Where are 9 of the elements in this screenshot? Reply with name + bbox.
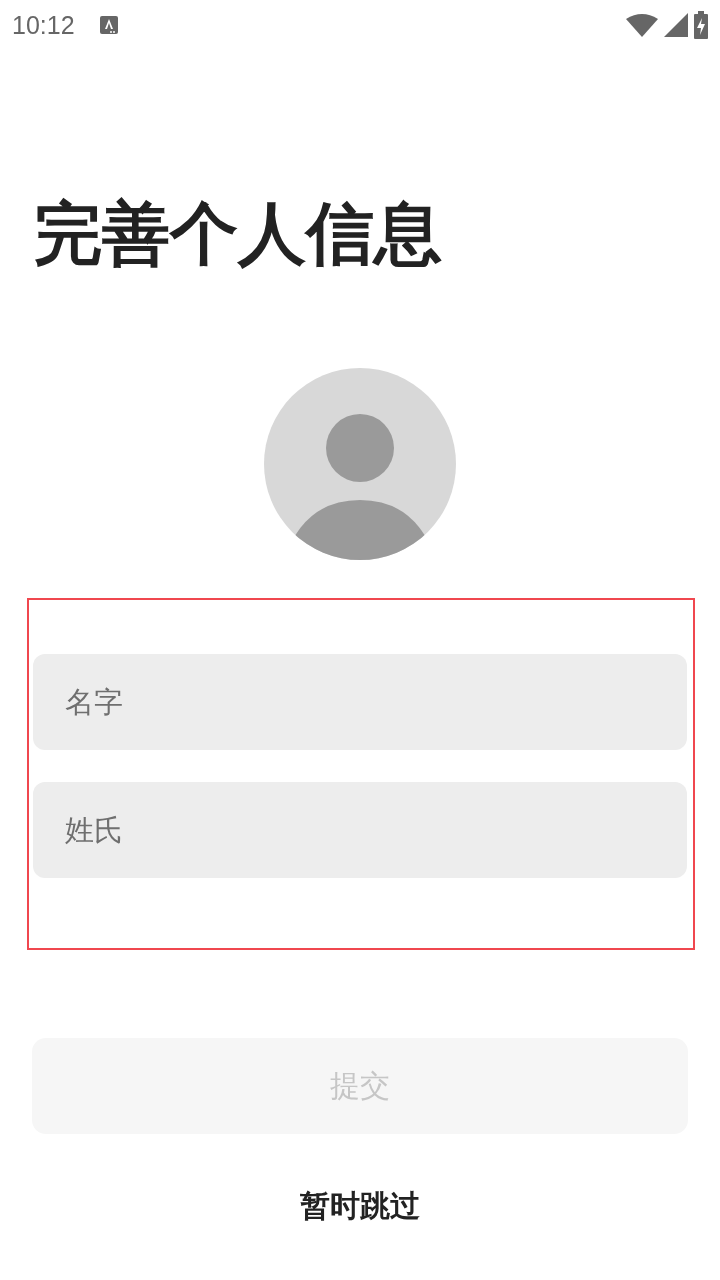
signal-icon [664, 13, 688, 37]
skip-link[interactable]: 暂时跳过 [300, 1186, 420, 1227]
input-field[interactable]: 姓氏 [33, 782, 687, 878]
page-title: 完善个人信息 [34, 193, 443, 275]
wifi-icon [626, 13, 658, 37]
status-time: 10:12 [12, 10, 75, 40]
input-field[interactable]: 名字 [33, 654, 687, 750]
battery-charging-icon [694, 11, 708, 39]
avatar-placeholder-icon[interactable] [264, 368, 456, 560]
